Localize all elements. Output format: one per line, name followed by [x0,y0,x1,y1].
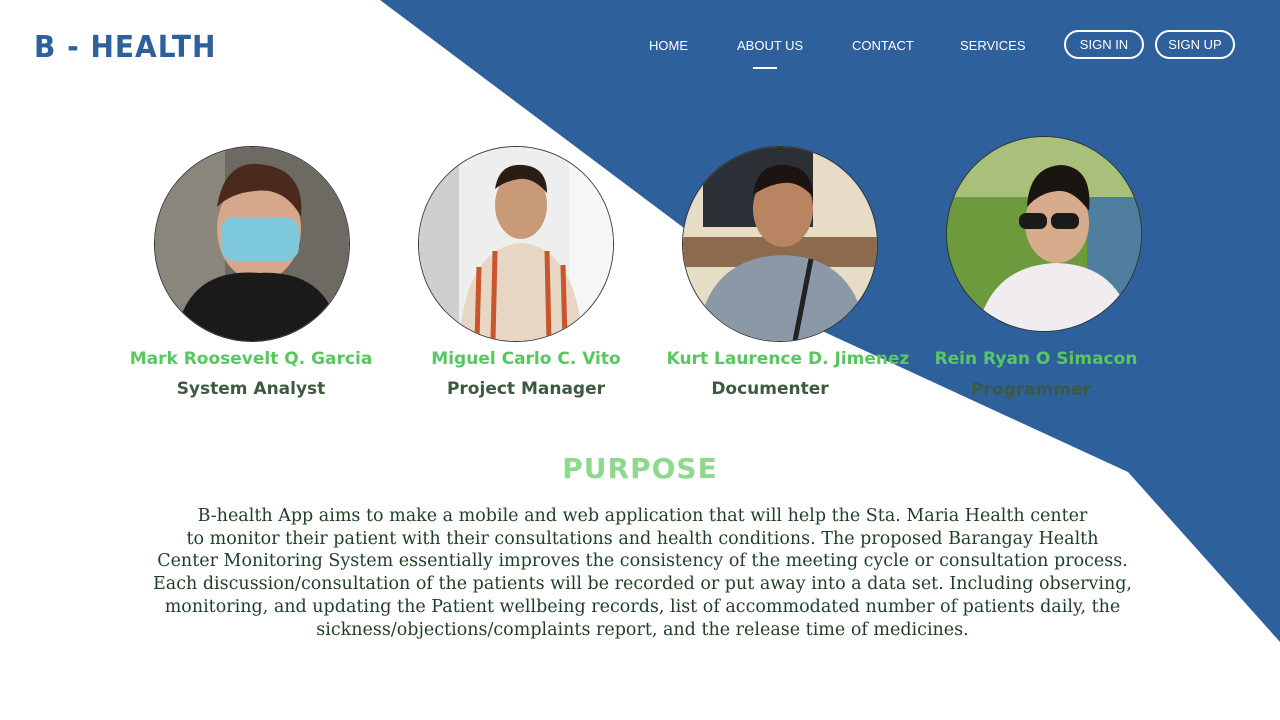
purpose-heading: PURPOSE [562,452,718,485]
member-name-1: Mark Roosevelt Q. Garcia [129,349,373,369]
nav-contact[interactable]: CONTACT [852,38,914,53]
nav-active-indicator [753,67,777,69]
nav-about-us[interactable]: ABOUT US [737,38,803,53]
member-role-3: Documenter [711,379,829,399]
member-role-4: Programmer [971,380,1091,400]
member-name-2: Miguel Carlo C. Vito [431,349,621,369]
member-photo-4 [946,136,1142,332]
purpose-line: Each discussion/consultation of the pati… [153,574,1132,595]
member-photo-1 [154,146,350,342]
member-role-1: System Analyst [176,379,326,399]
member-role-2: Project Manager [446,379,606,399]
member-photo-3 [682,146,878,342]
sign-in-button[interactable]: SIGN IN [1064,30,1144,59]
sign-up-button[interactable]: SIGN UP [1155,30,1235,59]
purpose-paragraph: B-health App aims to make a mobile and w… [150,505,1135,641]
member-photo-2 [418,146,614,342]
nav-home[interactable]: HOME [649,38,688,53]
about-us-page: B - HEALTH HOME ABOUT US CONTACT SERVICE… [0,0,1280,720]
purpose-line: B-health App aims to make a mobile and w… [197,506,1088,526]
purpose-line: Center Monitoring System essentially imp… [157,551,1128,572]
purpose-line: monitoring, and updating the Patient wel… [164,596,1121,617]
nav-services[interactable]: SERVICES [960,38,1026,53]
member-name-4: Rein Ryan O Simacon [934,349,1138,369]
member-name-3: Kurt Laurence D. Jimenez [666,349,910,369]
brand-logo[interactable]: B - HEALTH [34,29,216,65]
purpose-line: sickness/objections/complaints report, a… [316,619,969,640]
purpose-line: to monitor their patient with their cons… [186,528,1099,549]
